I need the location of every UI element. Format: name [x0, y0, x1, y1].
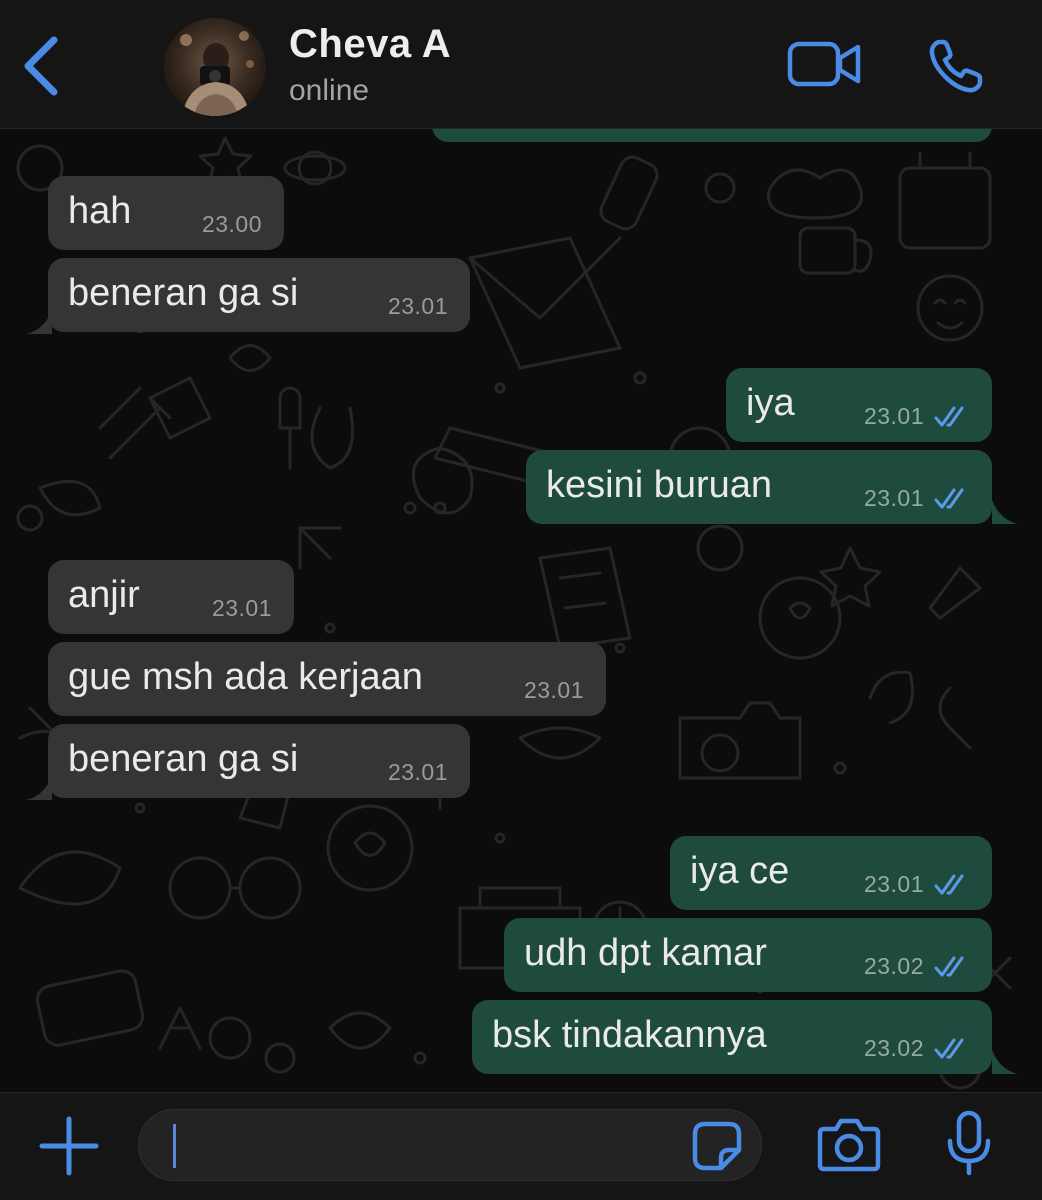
avatar[interactable] [164, 18, 266, 116]
message-bubble-partial [432, 128, 992, 142]
message-bubble-incoming[interactable]: hah 23.00 [48, 176, 284, 250]
message-time: 23.01 [863, 485, 924, 511]
chat-screen: Cheva A online hah 23.00 beneran ga si 2… [0, 0, 1042, 1200]
message-text: bsk tindakannya [492, 1014, 767, 1056]
read-ticks-icon [934, 1038, 964, 1059]
contact-name[interactable]: Cheva A [289, 22, 451, 67]
message-text: iya ce [690, 850, 790, 892]
bubble-tail-outgoing [992, 1050, 1018, 1074]
message-bubble-outgoing[interactable]: iya 23.01 [726, 368, 992, 442]
message-bubble-incoming[interactable]: beneran ga si 23.01 [48, 258, 470, 332]
message-text: kesini buruan [546, 464, 773, 506]
message-time: 23.01 [387, 759, 448, 785]
message-bubble-incoming[interactable]: beneran ga si 23.01 [48, 724, 470, 798]
message-text: anjir [68, 574, 140, 616]
message-text: udh dpt kamar [524, 932, 767, 974]
microphone-icon[interactable] [944, 1109, 994, 1179]
plus-icon[interactable] [38, 1115, 100, 1177]
chevron-left-icon[interactable] [20, 34, 64, 98]
message-time: 23.02 [863, 953, 924, 979]
contact-status: online [289, 74, 370, 107]
message-text: beneran ga si [68, 272, 299, 314]
message-time: 23.00 [201, 211, 262, 237]
message-time: 23.01 [863, 403, 924, 429]
message-bubble-incoming[interactable]: anjir 23.01 [48, 560, 294, 634]
message-text: gue msh ada kerjaan [68, 656, 423, 698]
message-bubble-incoming[interactable]: gue msh ada kerjaan 23.01 [48, 642, 606, 716]
message-bubble-outgoing[interactable]: bsk tindakannya 23.02 [472, 1000, 992, 1074]
message-time: 23.02 [863, 1035, 924, 1061]
message-text: iya [746, 382, 795, 424]
bubble-tail-outgoing [992, 500, 1018, 524]
text-caret [173, 1124, 176, 1168]
message-time: 23.01 [387, 293, 448, 319]
message-text: hah [68, 190, 132, 232]
chat-header: Cheva A online [0, 0, 1042, 129]
sticker-icon[interactable] [691, 1120, 743, 1172]
camera-icon[interactable] [816, 1115, 882, 1173]
message-bubble-outgoing[interactable]: kesini buruan 23.01 [526, 450, 992, 524]
read-ticks-icon [934, 488, 964, 509]
read-ticks-icon [934, 406, 964, 427]
read-ticks-icon [934, 956, 964, 977]
message-list[interactable]: hah 23.00 beneran ga si 23.01 iya 23.01 … [0, 128, 1042, 1092]
message-time: 23.01 [211, 595, 272, 621]
message-composer [0, 1092, 1042, 1200]
video-camera-icon[interactable] [786, 38, 862, 90]
message-text: beneran ga si [68, 738, 299, 780]
phone-icon[interactable] [926, 36, 986, 96]
message-bubble-outgoing[interactable]: iya ce 23.01 [670, 836, 992, 910]
message-time: 23.01 [523, 677, 584, 703]
message-bubble-outgoing[interactable]: udh dpt kamar 23.02 [504, 918, 992, 992]
message-time: 23.01 [863, 871, 924, 897]
read-ticks-icon [934, 874, 964, 895]
message-input[interactable] [138, 1109, 762, 1181]
